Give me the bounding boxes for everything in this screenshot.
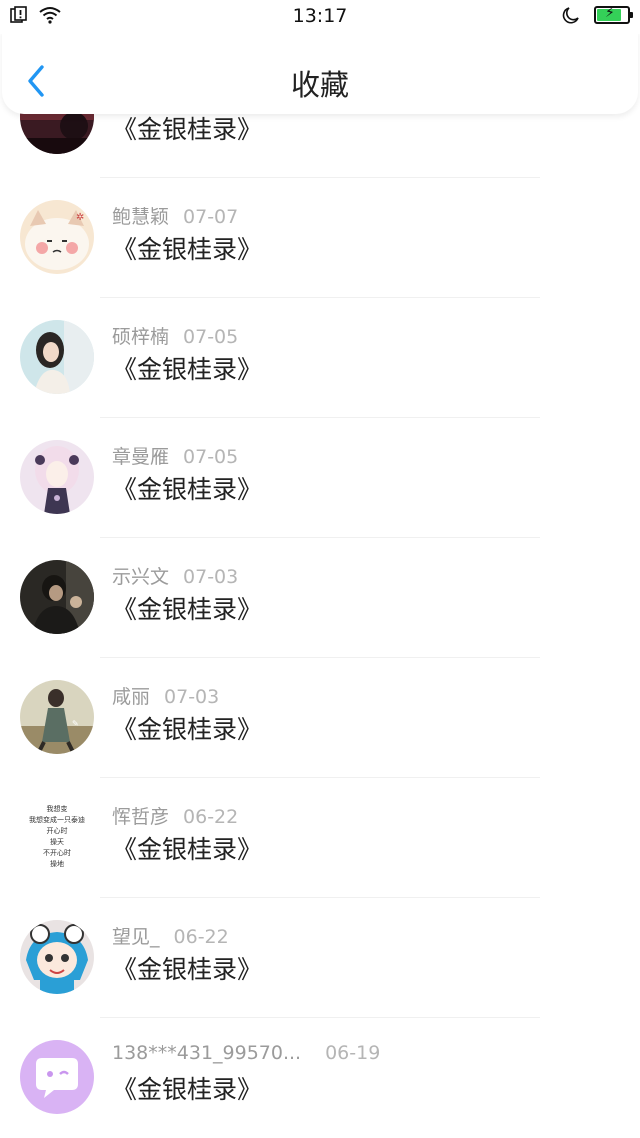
date: 07-03 — [164, 686, 220, 708]
avatar: 我想变 我想变成一只泰迪 开心时 操天 不开心时 操地 — [20, 800, 94, 874]
list-item[interactable]: 示兴文 07-03 《金银桂录》 — [0, 538, 640, 658]
moon-icon — [562, 7, 579, 24]
date: 07-05 — [183, 446, 239, 468]
book-title: 《金银桂录》 — [112, 835, 263, 864]
page-title: 收藏 — [290, 68, 349, 102]
status-time: 13:17 — [292, 5, 348, 27]
list-item[interactable]: 章曼雁 07-05 《金银桂录》 — [0, 418, 640, 538]
username: 鲍慧颖 — [112, 206, 170, 228]
date: 06-19 — [325, 1042, 381, 1064]
avatar — [20, 920, 94, 994]
item-meta: 章曼雁 07-05 — [112, 442, 238, 469]
book-title: 《金银桂录》 — [112, 115, 263, 144]
list-item[interactable]: 138***431_99570... 06-19 《金银桂录》 — [0, 1018, 640, 1138]
item-meta: 鲍慧颖 07-07 — [112, 202, 238, 229]
book-title: 《金银桂录》 — [112, 715, 263, 744]
date: 07-03 — [183, 566, 239, 588]
item-meta: 恽哲彦 06-22 — [112, 802, 238, 829]
favorites-list: 《金银桂录》 ✲ 鲍慧颖 07-07 《金银桂录》 硕梓楠 07-05 《金银桂… — [0, 0, 640, 1138]
date: 06-22 — [183, 806, 239, 828]
avatar — [20, 320, 94, 394]
username: 章曼雁 — [112, 446, 170, 468]
book-title: 《金银桂录》 — [112, 235, 263, 264]
avatar: ✎ — [20, 680, 94, 754]
username: 恽哲彦 — [112, 806, 170, 828]
username: 硕梓楠 — [112, 326, 170, 348]
battery-icon: ⚡ — [594, 5, 633, 24]
avatar — [20, 560, 94, 634]
avatar — [20, 1040, 94, 1114]
date: 07-07 — [183, 206, 239, 228]
book-title: 《金银桂录》 — [112, 1075, 263, 1104]
item-meta: 硕梓楠 07-05 — [112, 322, 238, 349]
username: 咸丽 — [112, 686, 151, 708]
item-meta: 138***431_99570... 06-19 — [112, 1042, 380, 1064]
book-title: 《金银桂录》 — [112, 595, 263, 624]
book-title: 《金银桂录》 — [112, 355, 263, 384]
list-item[interactable]: ✎ 咸丽 07-03 《金银桂录》 — [0, 658, 640, 778]
item-meta: 咸丽 07-03 — [112, 682, 219, 709]
status-bar: 13:17 ⚡ — [0, 0, 640, 34]
username: 138***431_99570... — [112, 1042, 302, 1064]
item-meta: 示兴文 07-03 — [112, 562, 238, 589]
status-right: ⚡ — [562, 5, 633, 24]
date: 06-22 — [173, 926, 229, 948]
item-meta: 望见_ 06-22 — [112, 922, 229, 949]
chat-bubble-icon — [36, 1058, 78, 1098]
username: 示兴文 — [112, 566, 170, 588]
list-item[interactable]: ✲ 鲍慧颖 07-07 《金银桂录》 — [0, 178, 640, 298]
avatar: ✲ — [20, 200, 94, 274]
list-item[interactable]: 我想变 我想变成一只泰迪 开心时 操天 不开心时 操地 恽哲彦 06-22 《金银… — [0, 778, 640, 898]
avatar-text: 我想变 我想变成一只泰迪 开心时 操天 不开心时 操地 — [29, 805, 85, 868]
list-item[interactable]: 望见_ 06-22 《金银桂录》 — [0, 898, 640, 1018]
book-title: 《金银桂录》 — [112, 475, 263, 504]
book-title: 《金银桂录》 — [112, 955, 263, 984]
avatar — [20, 440, 94, 514]
svg-text:✎: ✎ — [72, 719, 79, 728]
list-item[interactable]: 硕梓楠 07-05 《金银桂录》 — [0, 298, 640, 418]
svg-text:✲: ✲ — [76, 212, 84, 223]
date: 07-05 — [183, 326, 239, 348]
username: 望见_ — [112, 926, 160, 948]
nav-header: 收藏 — [2, 30, 638, 114]
